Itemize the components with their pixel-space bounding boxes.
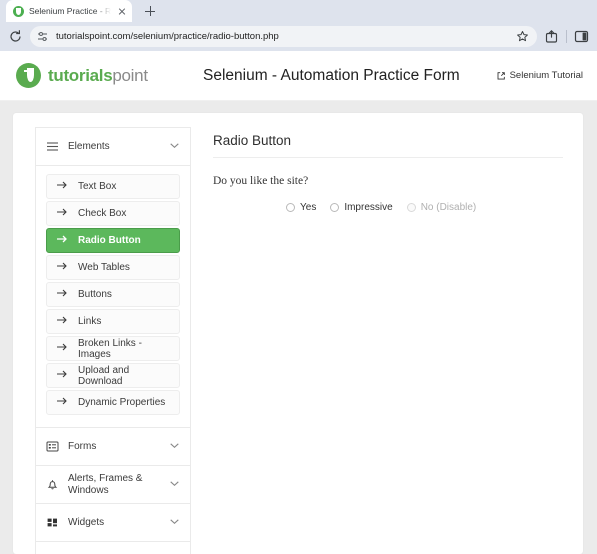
sidebar-section-label: Widgets: [68, 517, 160, 529]
radio-group: Yes Impressive No (Disable): [213, 202, 563, 213]
hamburger-menu-icon: [46, 140, 59, 153]
sidebar-item-label: Radio Button: [78, 235, 141, 246]
sidebar: Elements Text Box: [13, 121, 199, 554]
content-card: Elements Text Box: [13, 113, 583, 554]
external-link-icon: [496, 71, 506, 81]
arrow-right-icon: [56, 368, 68, 383]
sidebar-item-buttons[interactable]: Buttons: [46, 282, 180, 307]
sidebar-item-check-box[interactable]: Check Box: [46, 201, 180, 226]
bell-icon: [46, 478, 59, 491]
arrow-right-icon: [56, 206, 68, 221]
tutorialspoint-favicon: [13, 6, 24, 17]
brand-part-1: tutorials: [48, 66, 112, 85]
arrow-right-icon: [56, 287, 68, 302]
tutorialspoint-logo: [16, 63, 41, 88]
sidebar-item-text-box[interactable]: Text Box: [46, 174, 180, 199]
web-page: tutorialspoint Selenium - Automation Pra…: [0, 51, 597, 554]
question-label: Do you like the site?: [213, 175, 563, 187]
browser-toolbar: tutorialspoint.com/selenium/practice/rad…: [0, 22, 597, 51]
sidebar-item-label: Dynamic Properties: [78, 397, 165, 408]
arrow-right-icon: [56, 179, 68, 194]
selenium-tutorial-label: Selenium Tutorial: [510, 70, 583, 81]
sidebar-item-label: Text Box: [78, 181, 116, 192]
radio-circle-icon[interactable]: [286, 203, 295, 212]
chevron-down-icon: [169, 438, 180, 456]
side-panel-icon[interactable]: [573, 28, 590, 45]
radio-circle-icon: [407, 203, 416, 212]
sidebar-item-label: Buttons: [78, 289, 112, 300]
sidebar-section-widgets[interactable]: Widgets: [36, 504, 190, 542]
site-header: tutorialspoint Selenium - Automation Pra…: [0, 51, 597, 101]
chevron-down-icon: [169, 514, 180, 532]
form-list-icon: [46, 440, 59, 453]
arrow-right-icon: [56, 233, 68, 248]
sidebar-item-dynamic-properties[interactable]: Dynamic Properties: [46, 390, 180, 415]
toolbar-divider: [566, 30, 567, 43]
page-title: Selenium - Automation Practice Form: [201, 67, 496, 85]
sidebar-section-label: Elements: [68, 141, 160, 153]
sidebar-elements-panel: Text Box Check Box Radio B: [36, 166, 190, 428]
browser-chrome: Selenium Practice - Radio Bu tutorialspo…: [0, 0, 597, 51]
sidebar-section-forms[interactable]: Forms: [36, 428, 190, 466]
radio-option-label: No (Disable): [421, 202, 477, 213]
site-settings-tune-icon[interactable]: [36, 30, 49, 43]
close-icon[interactable]: [116, 6, 127, 17]
sidebar-accordion: Elements Text Box: [35, 127, 191, 554]
tab-title: Selenium Practice - Radio Bu: [29, 6, 111, 16]
widgets-grid-icon: [46, 516, 59, 529]
radio-option-yes[interactable]: Yes: [286, 202, 316, 213]
arrow-right-icon: [56, 395, 68, 410]
sidebar-item-label: Check Box: [78, 208, 126, 219]
url-text: tutorialspoint.com/selenium/practice/rad…: [56, 31, 509, 42]
sidebar-item-web-tables[interactable]: Web Tables: [46, 255, 180, 280]
radio-option-label: Impressive: [344, 202, 392, 213]
section-heading: Radio Button: [213, 133, 563, 158]
sidebar-item-label: Web Tables: [78, 262, 130, 273]
chevron-down-icon: [169, 138, 180, 156]
brand-wordmark: tutorialspoint: [48, 66, 148, 86]
chevron-down-icon: [169, 476, 180, 494]
brand-logo[interactable]: tutorialspoint: [16, 63, 201, 88]
new-tab-button[interactable]: [140, 1, 160, 21]
page-body: Elements Text Box: [0, 101, 597, 554]
radio-option-label: Yes: [300, 202, 316, 213]
arrow-right-icon: [56, 341, 68, 356]
sidebar-section-label: Alerts, Frames & Windows: [68, 473, 160, 496]
arrow-right-icon: [56, 260, 68, 275]
sidebar-section-elements[interactable]: Elements: [36, 128, 190, 166]
sidebar-item-label: Links: [78, 316, 101, 327]
radio-option-no-disable: No (Disable): [407, 202, 477, 213]
address-bar[interactable]: tutorialspoint.com/selenium/practice/rad…: [30, 26, 537, 47]
share-icon[interactable]: [543, 28, 560, 45]
sidebar-item-links[interactable]: Links: [46, 309, 180, 334]
main-content: Radio Button Do you like the site? Yes I…: [199, 121, 583, 554]
tab-strip: Selenium Practice - Radio Bu: [0, 0, 597, 22]
sidebar-section-interaction[interactable]: Interaction: [36, 542, 190, 554]
sidebar-item-radio-button[interactable]: Radio Button: [46, 228, 180, 253]
star-bookmark-icon[interactable]: [516, 30, 529, 43]
sidebar-item-upload-and-download[interactable]: Upload and Download: [46, 363, 180, 388]
radio-option-impressive[interactable]: Impressive: [330, 202, 392, 213]
sidebar-item-broken-links-images[interactable]: Broken Links - Images: [46, 336, 180, 361]
radio-circle-icon[interactable]: [330, 203, 339, 212]
sidebar-section-label: Forms: [68, 441, 160, 453]
selenium-tutorial-link[interactable]: Selenium Tutorial: [496, 70, 583, 81]
reload-icon[interactable]: [7, 28, 24, 45]
brand-part-2: point: [112, 66, 147, 85]
browser-tab[interactable]: Selenium Practice - Radio Bu: [6, 0, 132, 22]
arrow-right-icon: [56, 314, 68, 329]
sidebar-item-label: Broken Links - Images: [78, 338, 170, 360]
sidebar-item-label: Upload and Download: [78, 365, 170, 387]
sidebar-section-alerts-frames-windows[interactable]: Alerts, Frames & Windows: [36, 466, 190, 504]
